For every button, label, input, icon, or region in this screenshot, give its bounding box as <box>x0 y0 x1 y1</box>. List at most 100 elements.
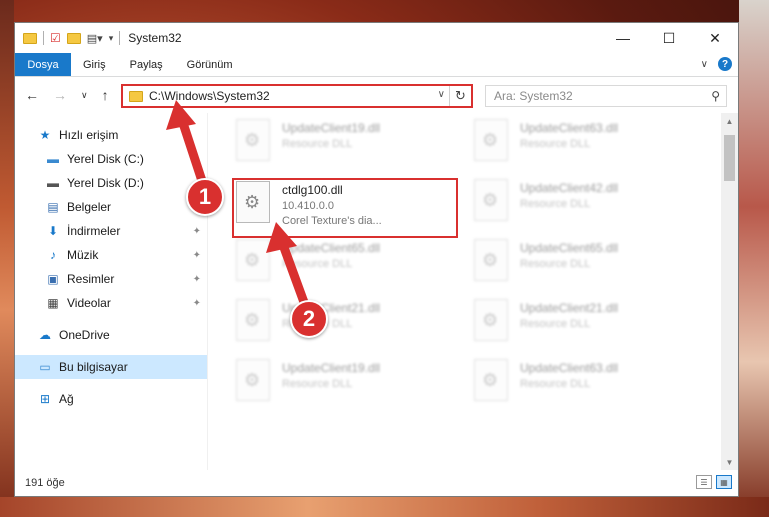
address-row: ← → ∨ ↑ C:\Windows\System32 ∨ ↻ Ara: Sys… <box>15 77 738 113</box>
sidebar-item-downloads[interactable]: ⬇ İndirmeler ✦ <box>15 219 207 243</box>
pin-icon[interactable]: ✦ <box>193 226 201 237</box>
search-icon[interactable]: ⚲ <box>711 89 720 103</box>
dll-file-icon <box>474 179 508 221</box>
recent-locations-button[interactable]: ∨ <box>81 90 88 101</box>
customize-toolbar-icon[interactable]: ▤▾ <box>87 32 103 45</box>
sidebar-item-this-pc[interactable]: ▭ Bu bilgisayar <box>15 355 207 379</box>
file-item[interactable]: UpdateClient63.dll Resource DLL <box>474 119 694 175</box>
desktop-background-bottom <box>0 497 769 517</box>
desktop-background-right <box>739 0 769 517</box>
dll-file-icon <box>236 119 270 161</box>
minimize-button[interactable]: — <box>600 23 646 53</box>
sidebar-item-onedrive[interactable]: ☁ OneDrive <box>15 323 207 347</box>
pin-icon[interactable]: ✦ <box>193 250 201 261</box>
forward-button[interactable]: → <box>53 87 67 103</box>
dll-file-icon <box>474 119 508 161</box>
address-bar[interactable]: C:\Windows\System32 ∨ ↻ <box>121 84 473 108</box>
chevron-down-icon[interactable]: ∨ <box>438 89 445 100</box>
address-path[interactable]: C:\Windows\System32 <box>149 89 270 103</box>
scroll-up-icon[interactable]: ▲ <box>721 113 738 129</box>
search-input[interactable]: Ara: System32 ⚲ <box>485 85 727 107</box>
step-badge-1: 1 <box>186 178 224 216</box>
file-list: UpdateClient19.dll Resource DLL UpdateCli… <box>207 113 738 470</box>
up-button[interactable]: ↑ <box>102 87 109 103</box>
pin-icon[interactable]: ✦ <box>193 298 201 309</box>
divider <box>43 31 44 45</box>
folder-icon <box>129 90 143 102</box>
dll-file-icon <box>236 299 270 341</box>
back-button[interactable]: ← <box>25 87 39 103</box>
item-count: 191 öğe <box>25 477 65 489</box>
sidebar-item-label: İndirmeler <box>67 224 121 238</box>
sidebar-item-network[interactable]: ⊞ Ağ <box>15 387 207 411</box>
tab-home[interactable]: Giriş <box>71 53 118 76</box>
properties-icon[interactable]: ☑ <box>50 31 61 45</box>
dll-file-icon <box>474 359 508 401</box>
sidebar-item-label: Müzik <box>67 248 99 262</box>
tiles-view-icon[interactable]: ▦ <box>716 475 732 489</box>
tab-share[interactable]: Paylaş <box>118 53 175 76</box>
file-description: Resource DLL <box>520 378 591 390</box>
sidebar-item-music[interactable]: ♪ Müzik ✦ <box>15 243 207 267</box>
file-name: UpdateClient42.dll <box>520 181 619 195</box>
sidebar-item-documents[interactable]: ▤ Belgeler <box>15 195 207 219</box>
details-view-icon[interactable]: ☰ <box>696 475 712 489</box>
sidebar-item-videos[interactable]: ▦ Videolar ✦ <box>15 291 207 315</box>
file-description: Resource DLL <box>520 138 591 150</box>
sidebar-item-quick-access[interactable]: ★ Hızlı erişim <box>15 123 207 147</box>
file-name: UpdateClient63.dll <box>520 361 619 375</box>
window-controls: — ☐ ✕ <box>600 23 738 53</box>
dll-file-icon <box>236 239 270 281</box>
explorer-window: ☑ ▤▾ ▾ System32 — ☐ ✕ Dosya Giriş Paylaş… <box>14 22 739 497</box>
file-name: UpdateClient19.dll <box>282 121 381 135</box>
file-name: UpdateClient21.dll <box>520 301 619 315</box>
dll-file-icon <box>474 239 508 281</box>
file-item[interactable]: UpdateClient63.dll Resource DLL <box>474 359 694 415</box>
new-folder-icon[interactable] <box>66 32 81 44</box>
sidebar-item-disk-c[interactable]: ▬ Yerel Disk (C:) <box>15 147 207 171</box>
sidebar-item-label: Belgeler <box>67 200 112 214</box>
file-item[interactable]: UpdateClient65.dll Resource DLL <box>474 239 694 295</box>
folder-icon <box>23 32 37 44</box>
help-icon[interactable]: ? <box>718 57 732 71</box>
step-badge-2: 2 <box>290 300 328 338</box>
file-description: Resource DLL <box>520 318 591 330</box>
download-icon: ⬇ <box>47 224 59 238</box>
file-item[interactable]: UpdateClient42.dll Resource DLL <box>474 179 694 235</box>
vertical-scrollbar[interactable]: ▲ ▼ <box>721 113 738 470</box>
file-item[interactable]: UpdateClient21.dll Resource DLL <box>474 299 694 355</box>
sidebar-item-pictures[interactable]: ▣ Resimler ✦ <box>15 267 207 291</box>
window-title: System32 <box>128 31 182 45</box>
file-item[interactable]: UpdateClient19.dll Resource DLL <box>236 119 456 175</box>
network-icon: ⊞ <box>39 392 51 406</box>
scroll-down-icon[interactable]: ▼ <box>721 454 738 470</box>
document-icon: ▤ <box>47 200 59 214</box>
scrollbar-thumb[interactable] <box>724 135 735 181</box>
tab-file[interactable]: Dosya <box>15 53 71 76</box>
desktop-background-left <box>0 0 14 517</box>
file-name: UpdateClient63.dll <box>520 121 619 135</box>
video-icon: ▦ <box>47 296 59 310</box>
refresh-button[interactable]: ↻ <box>449 86 471 106</box>
close-button[interactable]: ✕ <box>692 23 738 53</box>
file-name: UpdateClient65.dll <box>520 241 619 255</box>
sidebar-item-label: Ağ <box>59 392 74 406</box>
maximize-button[interactable]: ☐ <box>646 23 692 53</box>
pin-icon[interactable]: ✦ <box>193 274 201 285</box>
chevron-down-icon[interactable]: ▾ <box>109 33 114 44</box>
tab-view[interactable]: Görünüm <box>175 53 245 76</box>
file-item[interactable]: UpdateClient21.dllResource DLL <box>236 299 456 355</box>
dll-file-icon <box>474 299 508 341</box>
navigation-pane: ★ Hızlı erişim ▬ Yerel Disk (C:) ▬ Yerel… <box>15 113 207 470</box>
file-item[interactable]: UpdateClient19.dll Resource DLL <box>236 359 456 415</box>
file-description: Resource DLL <box>520 198 591 210</box>
sidebar-item-label: Hızlı erişim <box>59 128 119 142</box>
search-placeholder: Ara: System32 <box>494 89 573 103</box>
expand-ribbon-icon[interactable]: ∨ <box>701 59 708 70</box>
file-item[interactable]: UpdateClient65.dll Resource DLL <box>236 239 456 295</box>
sidebar-item-disk-d[interactable]: ▬ Yerel Disk (D:) <box>15 171 207 195</box>
computer-icon: ▭ <box>39 360 51 374</box>
sidebar-item-label: Resimler <box>67 272 115 286</box>
